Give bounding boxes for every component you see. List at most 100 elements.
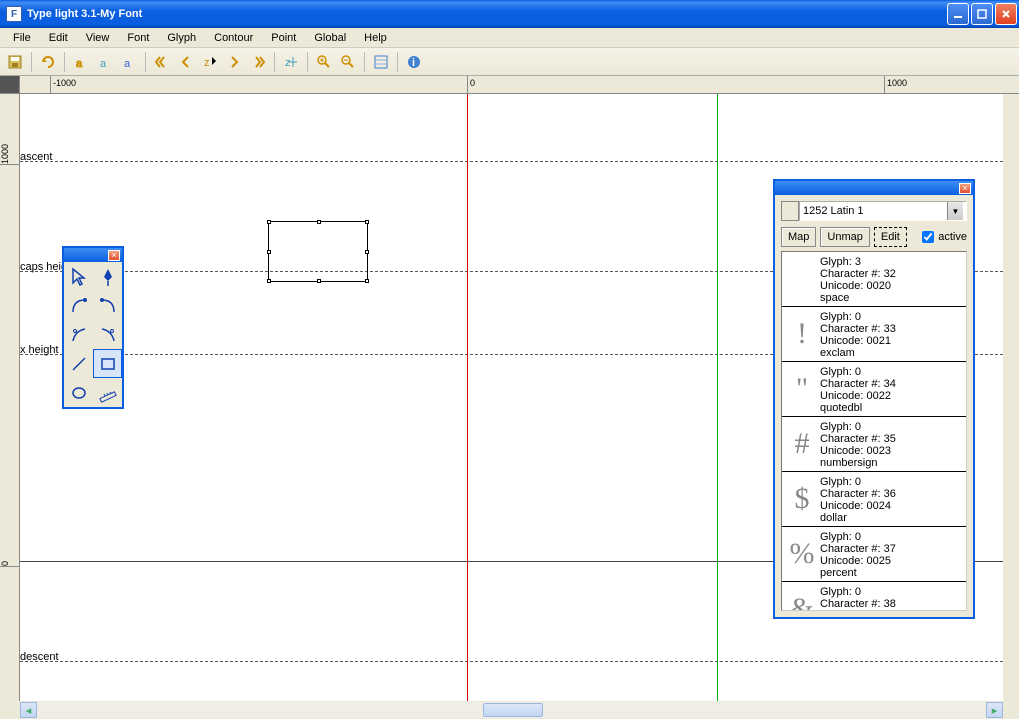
svg-text:a: a (100, 58, 107, 70)
ruler-corner (0, 76, 20, 94)
close-button[interactable] (995, 3, 1017, 25)
descent-guide: descent (20, 661, 1003, 662)
glyph-a-cyan-icon[interactable]: a (94, 51, 116, 73)
close-icon[interactable]: × (108, 250, 120, 261)
glyph-a-outline-icon[interactable]: a (70, 51, 92, 73)
measure-tool-icon[interactable] (93, 378, 122, 407)
glyph-info: Glyph: 0Character #: 34Unicode: 0022quot… (820, 364, 896, 414)
svg-text:z: z (285, 57, 291, 69)
zoom-in-icon[interactable] (313, 51, 335, 73)
title-app: Type light 3.1 (27, 8, 96, 20)
glyph-preview: $ (784, 474, 820, 524)
selection-rectangle[interactable] (268, 221, 368, 282)
titlebar: F Type light 3.1 - My Font (0, 0, 1019, 28)
unmap-button[interactable]: Unmap (820, 227, 869, 247)
glyph-list[interactable]: Glyph: 3Character #: 32Unicode: 0020spac… (781, 251, 967, 611)
arc-left-tool-icon[interactable] (64, 320, 93, 349)
glyph-info: Glyph: 0Character #: 36Unicode: 0024doll… (820, 474, 896, 524)
nav-last-icon[interactable] (247, 51, 269, 73)
ruler-tick: 1000 (884, 76, 907, 93)
menubar: File Edit View Font Glyph Contour Point … (0, 28, 1019, 48)
ruler-tick: 1000 (0, 144, 19, 165)
glyph-info: Glyph: 0Character #: 33Unicode: 0021excl… (820, 309, 896, 359)
map-button[interactable]: Map (781, 227, 816, 247)
arc-right-tool-icon[interactable] (93, 320, 122, 349)
zoom-fit-icon[interactable]: z (280, 51, 302, 73)
glyph-row[interactable]: !Glyph: 0Character #: 33Unicode: 0021exc… (782, 307, 966, 362)
nav-first-icon[interactable] (151, 51, 173, 73)
glyph-row[interactable]: &Glyph: 0Character #: 38Unicode: 0026amp… (782, 582, 966, 611)
info-icon[interactable]: i (403, 51, 425, 73)
glyph-row[interactable]: "Glyph: 0Character #: 34Unicode: 0022quo… (782, 362, 966, 417)
line-tool-icon[interactable] (64, 349, 93, 378)
tools-palette[interactable]: × (62, 246, 124, 409)
ruler-tick: 0 (0, 561, 19, 567)
character-palette[interactable]: × 1252 Latin 1 ▼ Map Unmap Edit active G… (773, 179, 975, 619)
encoding-label: 1252 Latin 1 (803, 205, 864, 217)
glyph-row[interactable]: #Glyph: 0Character #: 35Unicode: 0023num… (782, 417, 966, 472)
ascent-guide: ascent (20, 161, 1003, 162)
curve-right-tool-icon[interactable] (93, 291, 122, 320)
close-icon[interactable]: × (959, 183, 971, 194)
zoom-out-icon[interactable] (337, 51, 359, 73)
menu-edit[interactable]: Edit (40, 30, 77, 46)
ruler-tick: -1000 (50, 76, 76, 93)
menu-global[interactable]: Global (305, 30, 355, 46)
glyph-preview: " (784, 364, 820, 414)
ruler-tick: 0 (467, 76, 475, 93)
glyph-row[interactable]: $Glyph: 0Character #: 36Unicode: 0024dol… (782, 472, 966, 527)
menu-file[interactable]: File (4, 30, 40, 46)
vertical-scrollbar[interactable] (1003, 94, 1019, 701)
glyph-preview: & (784, 584, 820, 611)
svg-text:a: a (76, 58, 83, 70)
menu-glyph[interactable]: Glyph (158, 30, 205, 46)
edit-button[interactable]: Edit (874, 227, 907, 247)
vertical-ruler[interactable]: 1000 0 (0, 94, 20, 701)
nav-next-icon[interactable] (223, 51, 245, 73)
glyph-row[interactable]: Glyph: 3Character #: 32Unicode: 0020spac… (782, 252, 966, 307)
active-checkbox[interactable]: active (922, 231, 967, 243)
prev-encoding-button[interactable] (781, 201, 799, 221)
glyph-info: Glyph: 0Character #: 37Unicode: 0025perc… (820, 529, 896, 579)
horizontal-scrollbar[interactable]: ◂ ▸ (20, 701, 1003, 719)
nav-goto-icon[interactable]: z (199, 51, 221, 73)
menu-font[interactable]: Font (118, 30, 158, 46)
scroll-left-button[interactable]: ◂ (20, 702, 37, 718)
workspace: -1000 0 1000 1000 0 ascent caps height x… (0, 76, 1019, 719)
scroll-right-button[interactable]: ▸ (986, 702, 1003, 718)
svg-text:a: a (124, 58, 131, 70)
nav-prev-icon[interactable] (175, 51, 197, 73)
origin-guide (467, 94, 468, 701)
pointer-tool-icon[interactable] (64, 262, 93, 291)
rectangle-tool-icon[interactable] (93, 349, 122, 378)
glyph-preview: # (784, 419, 820, 469)
horizontal-ruler[interactable]: -1000 0 1000 (20, 76, 1019, 94)
character-palette-titlebar[interactable]: × (775, 181, 973, 195)
glyph-a-blue-icon[interactable]: a (118, 51, 140, 73)
scroll-thumb[interactable] (483, 703, 543, 717)
advance-width-guide (717, 94, 718, 701)
svg-text:i: i (412, 57, 415, 69)
menu-contour[interactable]: Contour (205, 30, 262, 46)
glyph-preview: % (784, 529, 820, 579)
dropdown-arrow-icon[interactable]: ▼ (947, 202, 963, 220)
grid-icon[interactable] (370, 51, 392, 73)
pen-tool-icon[interactable] (93, 262, 122, 291)
curve-left-tool-icon[interactable] (64, 291, 93, 320)
maximize-button[interactable] (971, 3, 993, 25)
glyph-row[interactable]: %Glyph: 0Character #: 37Unicode: 0025per… (782, 527, 966, 582)
glyph-info: Glyph: 3Character #: 32Unicode: 0020spac… (820, 254, 896, 304)
menu-point[interactable]: Point (262, 30, 305, 46)
encoding-select[interactable]: 1252 Latin 1 ▼ (799, 201, 967, 221)
undo-icon[interactable] (37, 51, 59, 73)
title-doc: My Font (100, 8, 142, 20)
glyph-info: Glyph: 0Character #: 38Unicode: 0026ampe… (820, 584, 896, 611)
tools-palette-titlebar[interactable]: × (64, 248, 122, 262)
menu-help[interactable]: Help (355, 30, 396, 46)
save-icon[interactable] (4, 51, 26, 73)
glyph-info: Glyph: 0Character #: 35Unicode: 0023numb… (820, 419, 896, 469)
menu-view[interactable]: View (77, 30, 119, 46)
active-checkbox-input[interactable] (922, 231, 934, 243)
ellipse-tool-icon[interactable] (64, 378, 93, 407)
minimize-button[interactable] (947, 3, 969, 25)
